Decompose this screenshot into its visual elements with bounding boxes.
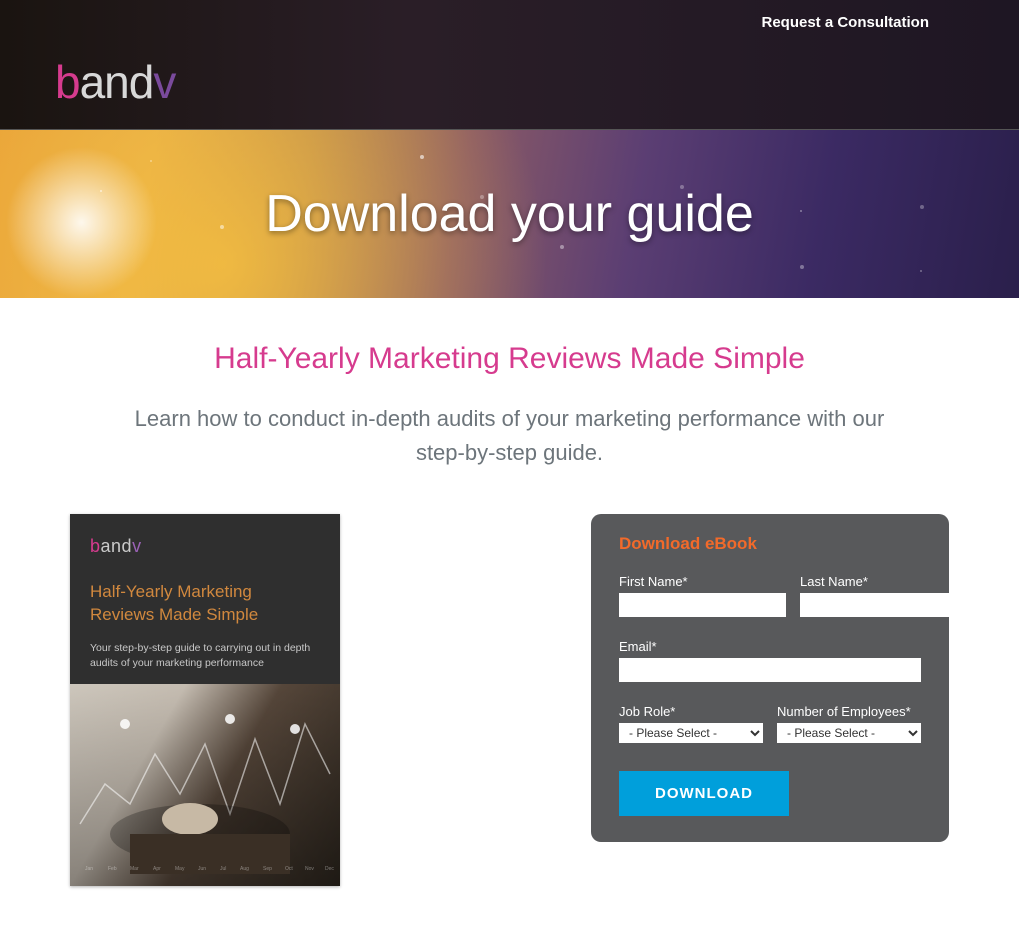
cover-logo: bandv [90,536,320,557]
hero-banner: Download your guide [0,130,1019,298]
first-name-label: First Name* [619,574,786,589]
svg-text:Jul: Jul [220,866,226,872]
two-column-layout: bandv Half-Yearly Marketing Reviews Made… [60,514,959,886]
email-input[interactable] [619,658,921,682]
brand-logo[interactable]: bandv [55,55,175,109]
job-role-select[interactable]: - Please Select - [619,723,763,743]
first-name-input[interactable] [619,593,786,617]
email-field: Email* [619,639,921,682]
page-content: Half-Yearly Marketing Reviews Made Simpl… [0,298,1019,926]
page-subheading: Learn how to conduct in-depth audits of … [120,402,900,470]
job-role-label: Job Role* [619,704,763,719]
svg-text:Aug: Aug [240,866,249,872]
top-bar: Request a Consultation bandv [0,0,1019,130]
svg-text:May: May [175,866,185,872]
svg-text:Jun: Jun [198,866,206,872]
download-button[interactable]: DOWNLOAD [619,771,789,816]
employees-select[interactable]: - Please Select - [777,723,921,743]
cover-subtitle: Your step-by-step guide to carrying out … [90,641,320,670]
first-name-field: First Name* [619,574,786,617]
svg-text:Nov: Nov [305,866,314,872]
cover-title: Half-Yearly Marketing Reviews Made Simpl… [90,581,320,627]
last-name-label: Last Name* [800,574,967,589]
logo-letter-v: v [153,56,175,108]
email-label: Email* [619,639,921,654]
svg-text:Jan: Jan [85,866,93,872]
logo-letter-b: b [55,56,80,108]
cover-illustration: Jan Feb Mar Apr May Jun Jul Aug Sep Oct Nov Dec [70,684,340,886]
job-role-field: Job Role* - Please Select - [619,704,763,743]
hero-title: Download your guide [265,184,754,244]
svg-text:Oct: Oct [285,866,293,872]
page-heading: Half-Yearly Marketing Reviews Made Simpl… [60,342,959,376]
employees-label: Number of Employees* [777,704,921,719]
employees-field: Number of Employees* - Please Select - [777,704,921,743]
download-form: Download eBook First Name* Last Name* Em… [591,514,949,842]
svg-text:Dec: Dec [325,866,334,872]
last-name-field: Last Name* [800,574,967,617]
request-consultation-link[interactable]: Request a Consultation [761,14,929,31]
svg-text:Mar: Mar [130,866,139,872]
ebook-cover: bandv Half-Yearly Marketing Reviews Made… [70,514,340,886]
logo-letters-and: and [80,56,154,108]
svg-text:Feb: Feb [108,866,117,872]
form-title: Download eBook [619,534,921,554]
svg-text:Apr: Apr [153,866,161,872]
last-name-input[interactable] [800,593,967,617]
svg-text:Sep: Sep [263,866,272,872]
